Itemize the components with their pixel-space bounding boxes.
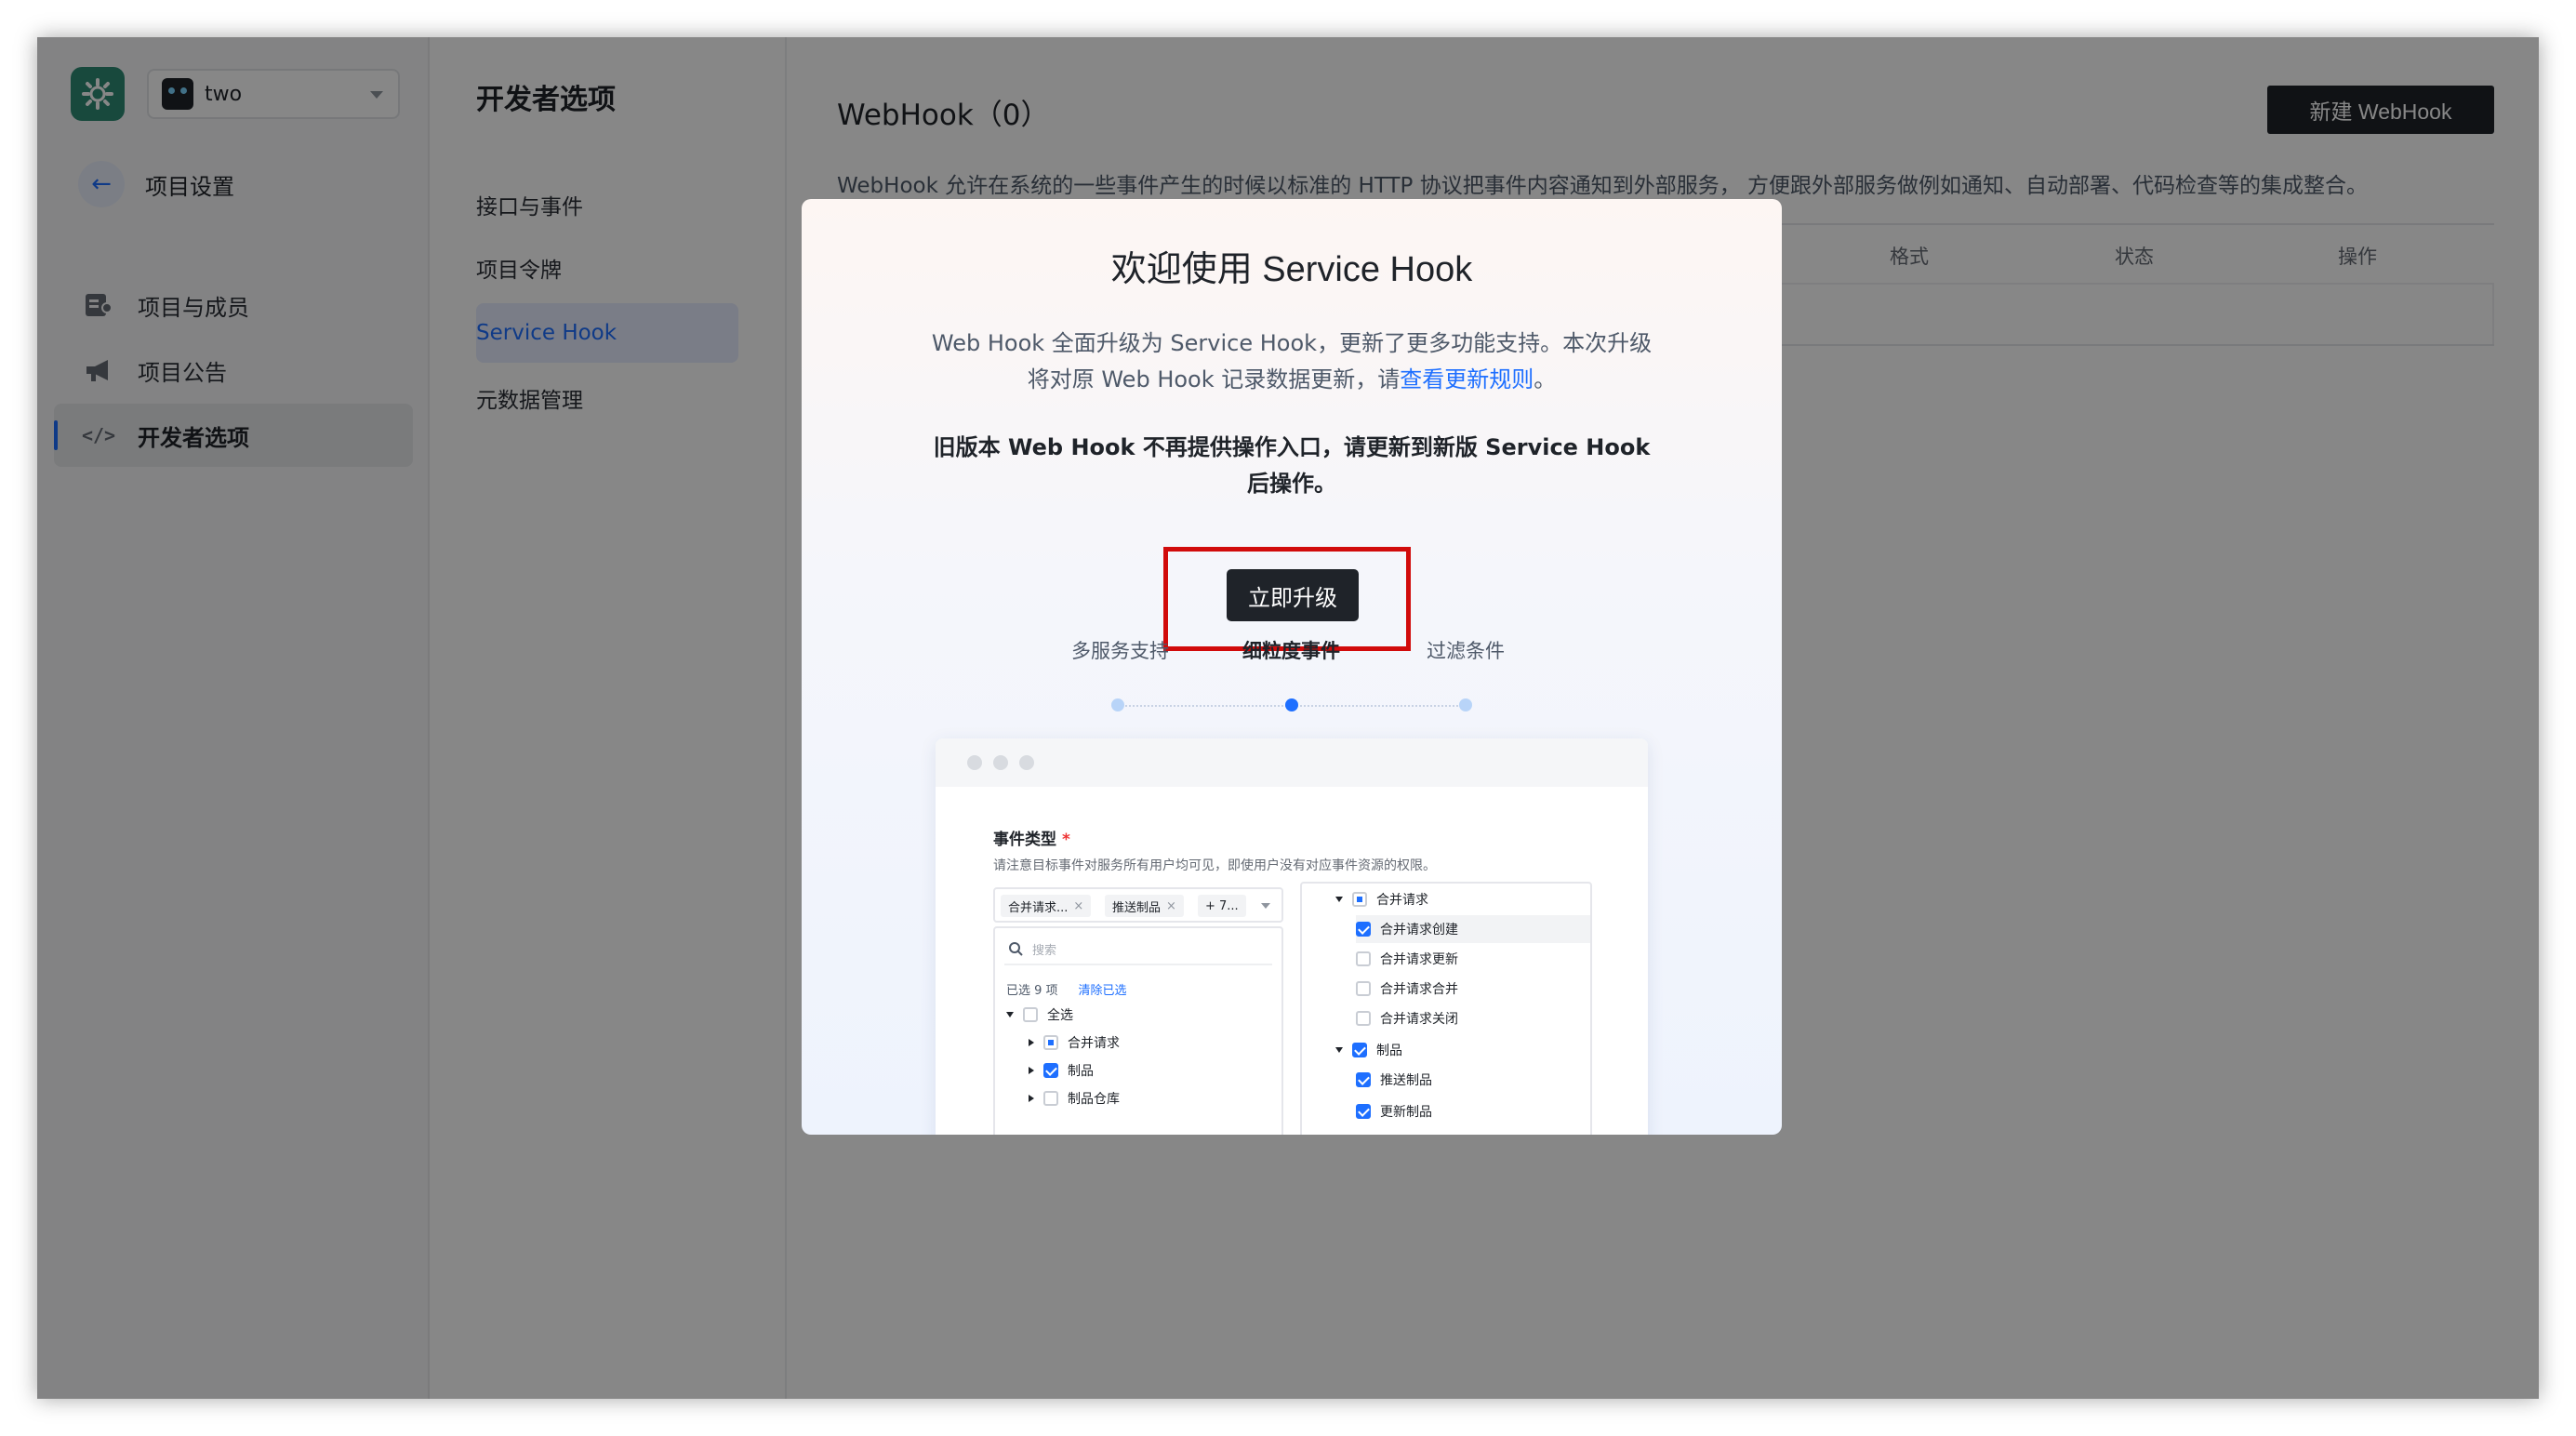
event-tree-left: 搜索 已选 9 项 清除已选 全选 合并请求 制品 制品仓库 [993, 926, 1283, 1135]
search-placeholder: 搜索 [1032, 943, 1057, 958]
tree-item-label: 全选 [1047, 1008, 1073, 1023]
checkbox [1356, 951, 1371, 966]
service-hook-modal: 欢迎使用 Service Hook Web Hook 全面升级为 Service… [802, 199, 1782, 1135]
window-dot-icon [967, 755, 982, 770]
more-tag: + 7... [1198, 895, 1246, 917]
feature-tab-fine-grained-events[interactable]: 细粒度事件 [1242, 636, 1340, 664]
caret-down-icon [1335, 897, 1343, 902]
selected-tag: 合并请求... × [1001, 895, 1092, 917]
app-window: two ← 项目设置 项目与成员 项目公告 </> 开发者选项 开发者选项 接口… [37, 37, 2539, 1399]
tag-label: 推送制品 [1112, 900, 1162, 915]
window-dot-icon [993, 755, 1008, 770]
tree-item-label: 合并请求 [1376, 893, 1428, 908]
event-type-select: 合并请求... × 推送制品 × + 7... [993, 887, 1283, 923]
tree-item: 合并请求合并 [1356, 975, 1458, 1003]
checkbox-checked [1356, 1104, 1371, 1119]
checkbox-checked [1352, 1043, 1367, 1057]
tree-item-label: 制品仓库 [1068, 1092, 1120, 1107]
tree-item-label: 合并请求 [1068, 1036, 1120, 1051]
carousel-dot[interactable] [1459, 698, 1472, 711]
modal-warning: 旧版本 Web Hook 不再提供操作入口，请更新到新版 Service Hoo… [933, 434, 1651, 497]
tree-item: 合并请求 [1029, 1029, 1120, 1057]
event-type-hint: 请注意目标事件对服务所有用户均可见，即使用户没有对应事件资源的权限。 [993, 858, 1436, 873]
tree-item: 合并请求创建 [1356, 915, 1590, 943]
tree-item: 制品 [1335, 1036, 1402, 1064]
carousel-dot[interactable] [1111, 698, 1124, 711]
caret-down-icon [1006, 1012, 1014, 1017]
tree-item: 合并请求更新 [1356, 945, 1458, 973]
clear-selection-link: 清除已选 [1078, 984, 1127, 998]
update-rules-link[interactable]: 查看更新规则 [1400, 366, 1534, 392]
tree-item: 合并请求关闭 [1356, 1004, 1458, 1032]
close-icon: × [1166, 898, 1176, 913]
modal-description: Web Hook 全面升级为 Service Hook，更新了更多功能支持。本次… [930, 326, 1653, 398]
checkbox [1023, 1007, 1038, 1022]
selected-count-text: 已选 9 项 [1006, 984, 1058, 998]
required-mark: * [1062, 831, 1070, 849]
event-type-text: 事件类型 [993, 831, 1056, 849]
checkbox-partial [1043, 1035, 1058, 1050]
checkbox-partial [1352, 892, 1367, 907]
carousel-dot-active[interactable] [1285, 698, 1298, 711]
checkbox [1043, 1091, 1058, 1106]
caret-down-icon [1335, 1047, 1343, 1053]
event-type-label: 事件类型 * [993, 826, 1070, 849]
tree-item-label: 推送制品 [1380, 1073, 1432, 1088]
modal-title: 欢迎使用 Service Hook [1110, 250, 1473, 289]
caret-right-icon [1029, 1039, 1034, 1046]
tree-item: 制品仓库 [1029, 1084, 1120, 1112]
checkbox-checked [1043, 1063, 1058, 1078]
event-tree-right: 合并请求 合并请求创建 合并请求更新 合并请求合并 合并请求关闭 制品 推送制品… [1300, 882, 1592, 1135]
tree-item-label: 合并请求创建 [1380, 923, 1458, 937]
preview-search: 搜索 [1004, 934, 1272, 965]
checkbox [1356, 1011, 1371, 1026]
tree-item: 全选 [1006, 1001, 1073, 1029]
tree-item-label: 合并请求更新 [1380, 952, 1458, 967]
upgrade-now-button[interactable]: 立即升级 [1227, 569, 1359, 621]
tree-item: 推送制品 [1356, 1066, 1432, 1094]
modal-description-end: 。 [1534, 366, 1557, 392]
caret-right-icon [1029, 1067, 1034, 1074]
checkbox [1356, 981, 1371, 996]
checkbox-checked [1356, 1072, 1371, 1087]
chevron-down-icon [1261, 903, 1270, 909]
selected-count: 已选 9 项 清除已选 [1006, 980, 1127, 998]
checkbox-checked [1356, 922, 1371, 937]
preview-window-bar [936, 738, 1648, 787]
search-icon [1009, 942, 1023, 956]
tree-item-label: 合并请求合并 [1380, 982, 1458, 997]
feature-tab-multi-service[interactable]: 多服务支持 [1071, 636, 1169, 664]
tag-label: 合并请求... [1008, 900, 1069, 915]
tree-item-label: 合并请求关闭 [1380, 1012, 1458, 1027]
selected-tag: 推送制品 × [1105, 895, 1184, 917]
feature-tab-filter-conditions[interactable]: 过滤条件 [1427, 636, 1505, 664]
tree-item-label: 制品 [1376, 1044, 1402, 1058]
tree-item: 制品 [1029, 1057, 1094, 1084]
tree-item: 合并请求 [1335, 885, 1428, 913]
caret-right-icon [1029, 1095, 1034, 1102]
tree-item: 更新制品 [1356, 1097, 1432, 1125]
window-dot-icon [1019, 755, 1034, 770]
close-icon: × [1073, 898, 1084, 913]
tree-item-label: 制品 [1068, 1064, 1094, 1079]
feature-preview-card: 事件类型 * 请注意目标事件对服务所有用户均可见，即使用户没有对应事件资源的权限。… [936, 738, 1648, 1135]
tree-item-label: 更新制品 [1380, 1105, 1432, 1120]
